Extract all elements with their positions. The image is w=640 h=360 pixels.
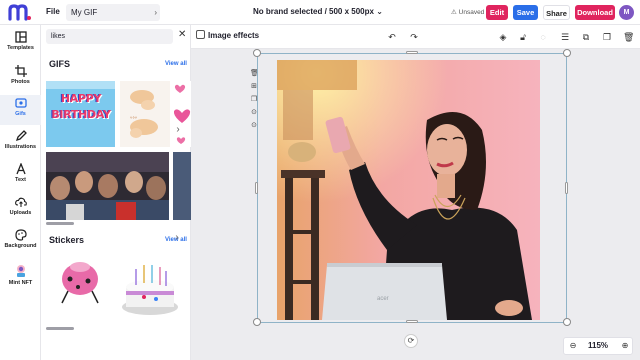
trash-icon[interactable]: 🗑︎ — [623, 32, 634, 42]
image-effects-button[interactable]: Image effects — [196, 30, 259, 40]
avatar[interactable]: M — [619, 5, 634, 20]
sidebar-item-label: Background — [4, 243, 37, 249]
search-input[interactable]: likes — [46, 29, 173, 44]
sticker-thumb-cake[interactable] — [120, 255, 180, 320]
edit-button[interactable]: Edit — [486, 5, 508, 20]
gifs-view-all-link[interactable]: View all — [165, 61, 187, 67]
canvas-photo[interactable]: acer — [277, 60, 540, 320]
close-icon[interactable]: ✕ — [178, 29, 186, 40]
gifs-section-title: GIFS — [49, 59, 71, 69]
sidebar-item-gifs[interactable]: Gifs — [0, 95, 41, 125]
ladybug-sticker-image — [61, 262, 99, 304]
save-button[interactable]: Save — [513, 5, 538, 20]
resize-handle-top-left[interactable] — [253, 49, 261, 57]
brand-size-dropdown[interactable]: No brand selected / 500 x 500px ⌄ — [253, 7, 383, 16]
sidebar-item-label: Text — [15, 177, 26, 183]
sidebar-item-label: Mint NFT — [8, 280, 33, 286]
chevron-right-icon: › — [154, 8, 157, 17]
lock-icon[interactable]: 🔓︎ — [518, 32, 528, 42]
sidebar-item-label: Templates — [7, 45, 34, 51]
resize-handle-right[interactable] — [565, 182, 568, 194]
resize-handle-bottom[interactable] — [406, 320, 418, 323]
undo-icon[interactable]: ↶ — [387, 32, 397, 42]
stickers-section-title: Stickers — [49, 235, 85, 245]
gifs-next-arrow-icon[interactable]: › — [173, 122, 183, 138]
sidebar-item-photos[interactable]: Photos — [0, 63, 41, 93]
document-name: My GIF — [71, 8, 98, 17]
gifs-scrollbar[interactable] — [46, 222, 74, 225]
gif-thumb-cats[interactable]: ᐡᐤᐡ — [120, 81, 170, 147]
gif-icon — [14, 98, 27, 108]
gif-thumb-birthday[interactable]: HAPPY BIRTHDAY — [46, 81, 115, 147]
unsaved-label: Unsaved — [458, 9, 485, 16]
warning-icon: ⚠ — [451, 9, 457, 16]
sidebar-item-label: Gifs — [15, 111, 26, 117]
zoom-level: 115% — [588, 341, 609, 350]
duplicate-icon[interactable]: ❐ — [602, 32, 612, 42]
zoom-in-icon[interactable]: ⊕ — [618, 338, 632, 354]
sidebar-item-text[interactable]: Text — [0, 161, 41, 191]
image-effects-icon — [196, 30, 205, 39]
upload-cloud-icon — [14, 197, 27, 207]
crowd-gif-image — [46, 152, 169, 220]
image-effects-label: Image effects — [208, 31, 260, 40]
sidebar-item-illustrations[interactable]: Illustrations — [0, 128, 41, 158]
brand-size-label: No brand selected / 500 x 500px — [253, 7, 374, 16]
sidebar-item-label: Illustrations — [4, 144, 37, 150]
sidebar-item-label: Photos — [11, 79, 30, 85]
zoom-out-icon[interactable]: ⊖ — [566, 338, 580, 354]
birthday-cake-sticker-image — [122, 265, 178, 315]
download-button[interactable]: Download — [575, 5, 615, 20]
resize-handle-top[interactable] — [406, 51, 418, 54]
resize-handle-bottom-left[interactable] — [253, 318, 261, 326]
gif-panel: likes ✕ GIFS View all HAPPY BIRTHDAY ᐡᐤᐡ… — [41, 25, 191, 360]
palette-icon — [14, 229, 27, 241]
nft-icon — [16, 265, 25, 277]
stickers-next-arrow-icon[interactable]: › — [172, 230, 182, 246]
pen-icon — [15, 130, 27, 142]
sidebar-item-templates[interactable]: Templates — [0, 29, 41, 59]
svg-text:acer: acer — [377, 296, 389, 302]
resize-handle-top-right[interactable] — [563, 49, 571, 57]
sidebar-item-label: Uploads — [9, 210, 32, 216]
sidebar-item-uploads[interactable]: Uploads — [0, 194, 41, 224]
svg-text:ᐡᐤᐡ: ᐡᐤᐡ — [130, 116, 137, 123]
sidebar-item-mint-nft[interactable]: Mint NFT — [0, 262, 41, 292]
sidebar-item-background[interactable]: Background — [0, 227, 41, 257]
app-logo-icon[interactable] — [8, 3, 32, 21]
chevron-down-icon: ⌄ — [376, 7, 383, 16]
gif-thumb-partial[interactable] — [173, 152, 191, 220]
color-drop-icon[interactable]: ◌ — [538, 32, 548, 42]
birthday-text: HAPPY BIRTHDAY — [51, 92, 111, 121]
unsaved-status: ⚠ Unsaved — [451, 8, 484, 16]
file-menu[interactable]: File — [46, 7, 60, 16]
sidebar: Templates Photos Gifs Illustrations Text… — [0, 25, 41, 360]
cats-gif-image: ᐡᐤᐡ — [120, 81, 170, 147]
sticker-thumb-ladybug[interactable] — [54, 257, 106, 307]
top-bar: File My GIF › No brand selected / 500 x … — [0, 0, 640, 25]
stickers-scrollbar[interactable] — [46, 327, 74, 330]
arrange-icon[interactable]: ⧉ — [581, 32, 591, 42]
share-button[interactable]: Share — [543, 5, 570, 20]
templates-icon — [14, 31, 27, 43]
zoom-control: ⊖ 115% ⊕ — [563, 337, 633, 355]
text-icon — [15, 163, 26, 175]
layers-icon[interactable]: ◈ — [498, 32, 508, 42]
align-icon[interactable]: ☰ — [560, 32, 570, 42]
document-name-field[interactable]: My GIF › — [66, 4, 160, 21]
gif-thumb-crowd[interactable] — [46, 152, 169, 220]
rotate-icon[interactable]: ⟳ — [404, 334, 418, 348]
editor-toolbar: Image effects ↶ ↷ ◈ 🔓︎ ◌ ☰ ⧉ ❐ 🗑︎ — [191, 25, 640, 49]
redo-icon[interactable]: ↷ — [409, 32, 419, 42]
crop-icon — [14, 65, 27, 77]
resize-handle-left[interactable] — [255, 182, 258, 194]
selfie-photo-image: acer — [277, 60, 540, 320]
resize-handle-bottom-right[interactable] — [563, 318, 571, 326]
